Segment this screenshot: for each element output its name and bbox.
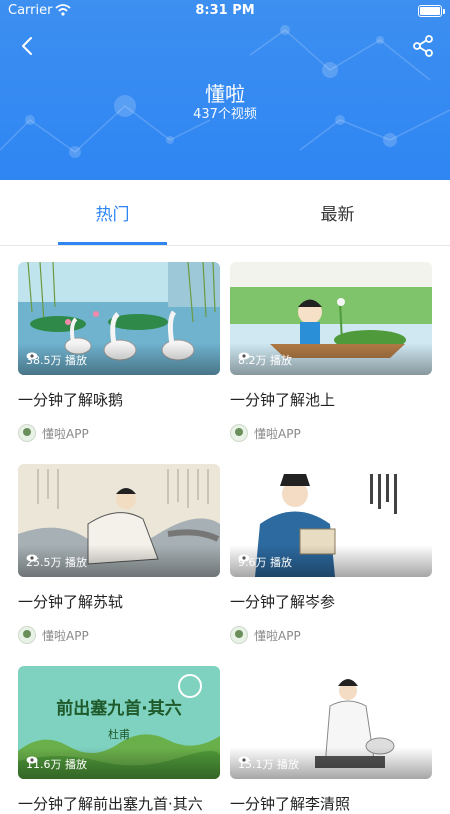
video-thumbnail[interactable]: 15.1万 播放 — [230, 666, 432, 779]
tab-latest[interactable]: 最新 — [225, 180, 450, 245]
play-count: 25.5万 播放 — [26, 554, 87, 570]
author-avatar — [230, 626, 248, 644]
eye-icon — [238, 756, 250, 764]
battery-icon — [418, 5, 442, 17]
video-thumbnail[interactable]: 前出塞九首·其六 杜甫 11.6万 播放 — [18, 666, 220, 779]
author-row: 懂啦APP — [230, 424, 432, 442]
video-title[interactable]: 一分钟了解咏鹅 — [18, 389, 220, 410]
tab-bar: 热门 最新 — [0, 180, 450, 246]
video-card[interactable]: 9.6万 播放 一分钟了解岑参 懂啦APP — [230, 464, 432, 644]
author-name: 懂啦APP — [254, 426, 301, 441]
play-count: 8.2万 播放 — [238, 352, 292, 368]
video-thumbnail[interactable]: 25.5万 播放 — [18, 464, 220, 577]
video-count: 437个视频 — [193, 107, 257, 122]
video-title[interactable]: 一分钟了解池上 — [230, 389, 432, 410]
battery-tip — [443, 9, 445, 14]
video-card[interactable]: 15.1万 播放 一分钟了解李清照 — [230, 666, 432, 814]
author-avatar — [18, 424, 36, 442]
eye-icon — [26, 756, 38, 764]
play-count: 11.6万 播放 — [26, 756, 87, 772]
header: Carrier 8:31 PM 懂啦 437个视频 — [0, 0, 450, 180]
video-thumbnail[interactable]: 9.6万 播放 — [230, 464, 432, 577]
author-avatar — [230, 424, 248, 442]
video-title[interactable]: 一分钟了解前出塞九首·其六 — [18, 793, 220, 814]
video-thumbnail[interactable]: 8.2万 播放 — [230, 262, 432, 375]
play-count: 15.1万 播放 — [238, 756, 299, 772]
tab-hot[interactable]: 热门 — [0, 180, 225, 245]
share-icon[interactable] — [410, 33, 436, 59]
author-row: 懂啦APP — [230, 626, 432, 644]
video-thumbnail[interactable]: 38.5万 播放 — [18, 262, 220, 375]
active-tab-indicator — [58, 242, 167, 245]
author-name: 懂啦APP — [42, 426, 89, 441]
back-arrow-icon[interactable] — [14, 32, 42, 60]
author-row: 懂啦APP — [18, 424, 220, 442]
video-card[interactable]: 25.5万 播放 一分钟了解苏轼 懂啦APP — [18, 464, 220, 644]
video-card[interactable]: 8.2万 播放 一分钟了解池上 懂啦APP — [230, 262, 432, 442]
status-bar: Carrier 8:31 PM — [0, 0, 450, 24]
play-count: 9.6万 播放 — [238, 554, 292, 570]
video-title[interactable]: 一分钟了解岑参 — [230, 591, 432, 612]
video-card[interactable]: 前出塞九首·其六 杜甫 11.6万 播放 一分钟了解前出塞九首·其六 — [18, 666, 220, 814]
eye-icon — [238, 554, 250, 562]
eye-icon — [238, 352, 250, 360]
thumbnail-title-text: 前出塞九首·其六 — [56, 698, 181, 719]
eye-icon — [26, 352, 38, 360]
author-name: 懂啦APP — [254, 628, 301, 643]
video-card[interactable]: 38.5万 播放 一分钟了解咏鹅 懂啦APP — [18, 262, 220, 442]
author-name: 懂啦APP — [42, 628, 89, 643]
play-count: 38.5万 播放 — [26, 352, 87, 368]
video-title[interactable]: 一分钟了解李清照 — [230, 793, 432, 814]
thumbnail-author-text: 杜甫 — [108, 727, 130, 741]
video-title[interactable]: 一分钟了解苏轼 — [18, 591, 220, 612]
author-row: 懂啦APP — [18, 626, 220, 644]
author-avatar — [18, 626, 36, 644]
status-time: 8:31 PM — [195, 3, 255, 18]
eye-icon — [26, 554, 38, 562]
